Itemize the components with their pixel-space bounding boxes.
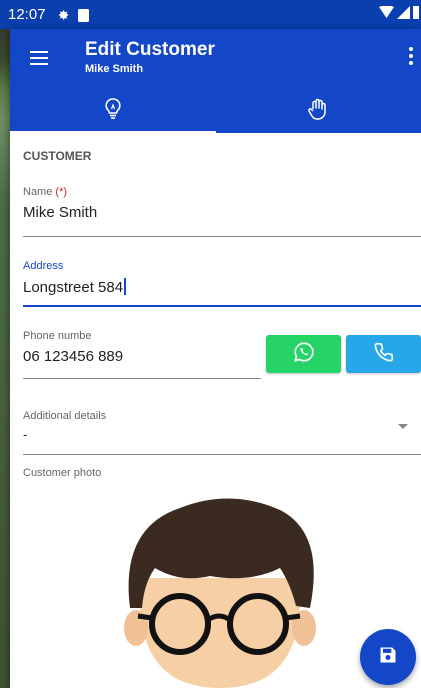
details-select[interactable]: - [23,427,27,442]
details-underline [23,454,421,455]
status-time: 12:07 [8,6,46,23]
whatsapp-icon [293,341,315,368]
photo-label: Customer photo [23,467,102,479]
name-label: Name (*) [23,186,68,198]
phone-input[interactable]: 06 123456 889 [23,348,123,365]
tab-bar [10,89,421,133]
hand-icon [306,97,330,126]
section-title: CUSTOMER [23,149,92,163]
battery-icon [413,6,419,23]
settings-gear-icon [56,8,70,22]
phone-underline [23,378,261,379]
save-floppy-icon [378,645,398,670]
call-button[interactable] [346,335,421,373]
phone-icon [373,341,395,368]
text-cursor [124,278,127,295]
name-input[interactable]: Mike Smith [23,204,97,221]
phone-label: Phone numbe [23,330,92,342]
details-label: Additional details [23,410,107,422]
status-bar: 12:07 [0,0,421,29]
wifi-icon [379,5,394,23]
page-title: Edit Customer [85,39,215,60]
required-mark: (*) [55,186,68,198]
lightbulb-icon [103,97,123,126]
address-input[interactable]: Longstreet 584 [23,278,127,296]
clipboard-icon [77,8,89,22]
page-subtitle: Mike Smith [85,63,144,75]
whatsapp-button[interactable] [266,335,341,373]
name-underline [23,236,421,237]
customer-form: CUSTOMER Name (*) Mike Smith Address Lon… [10,133,421,688]
dropdown-arrow-icon[interactable] [398,424,408,429]
app-bar: Edit Customer Mike Smith [10,29,421,133]
more-options-icon[interactable] [409,47,413,68]
tab-interactions[interactable] [216,89,421,133]
signal-icon [397,6,410,23]
hamburger-menu-icon[interactable] [30,47,54,71]
save-button[interactable] [360,629,416,685]
address-underline [23,305,421,307]
tab-details[interactable] [10,89,216,133]
customer-photo[interactable] [110,488,330,688]
address-label: Address [23,260,64,272]
app-window: Edit Customer Mike Smith CUSTOMER Name (… [10,29,421,688]
